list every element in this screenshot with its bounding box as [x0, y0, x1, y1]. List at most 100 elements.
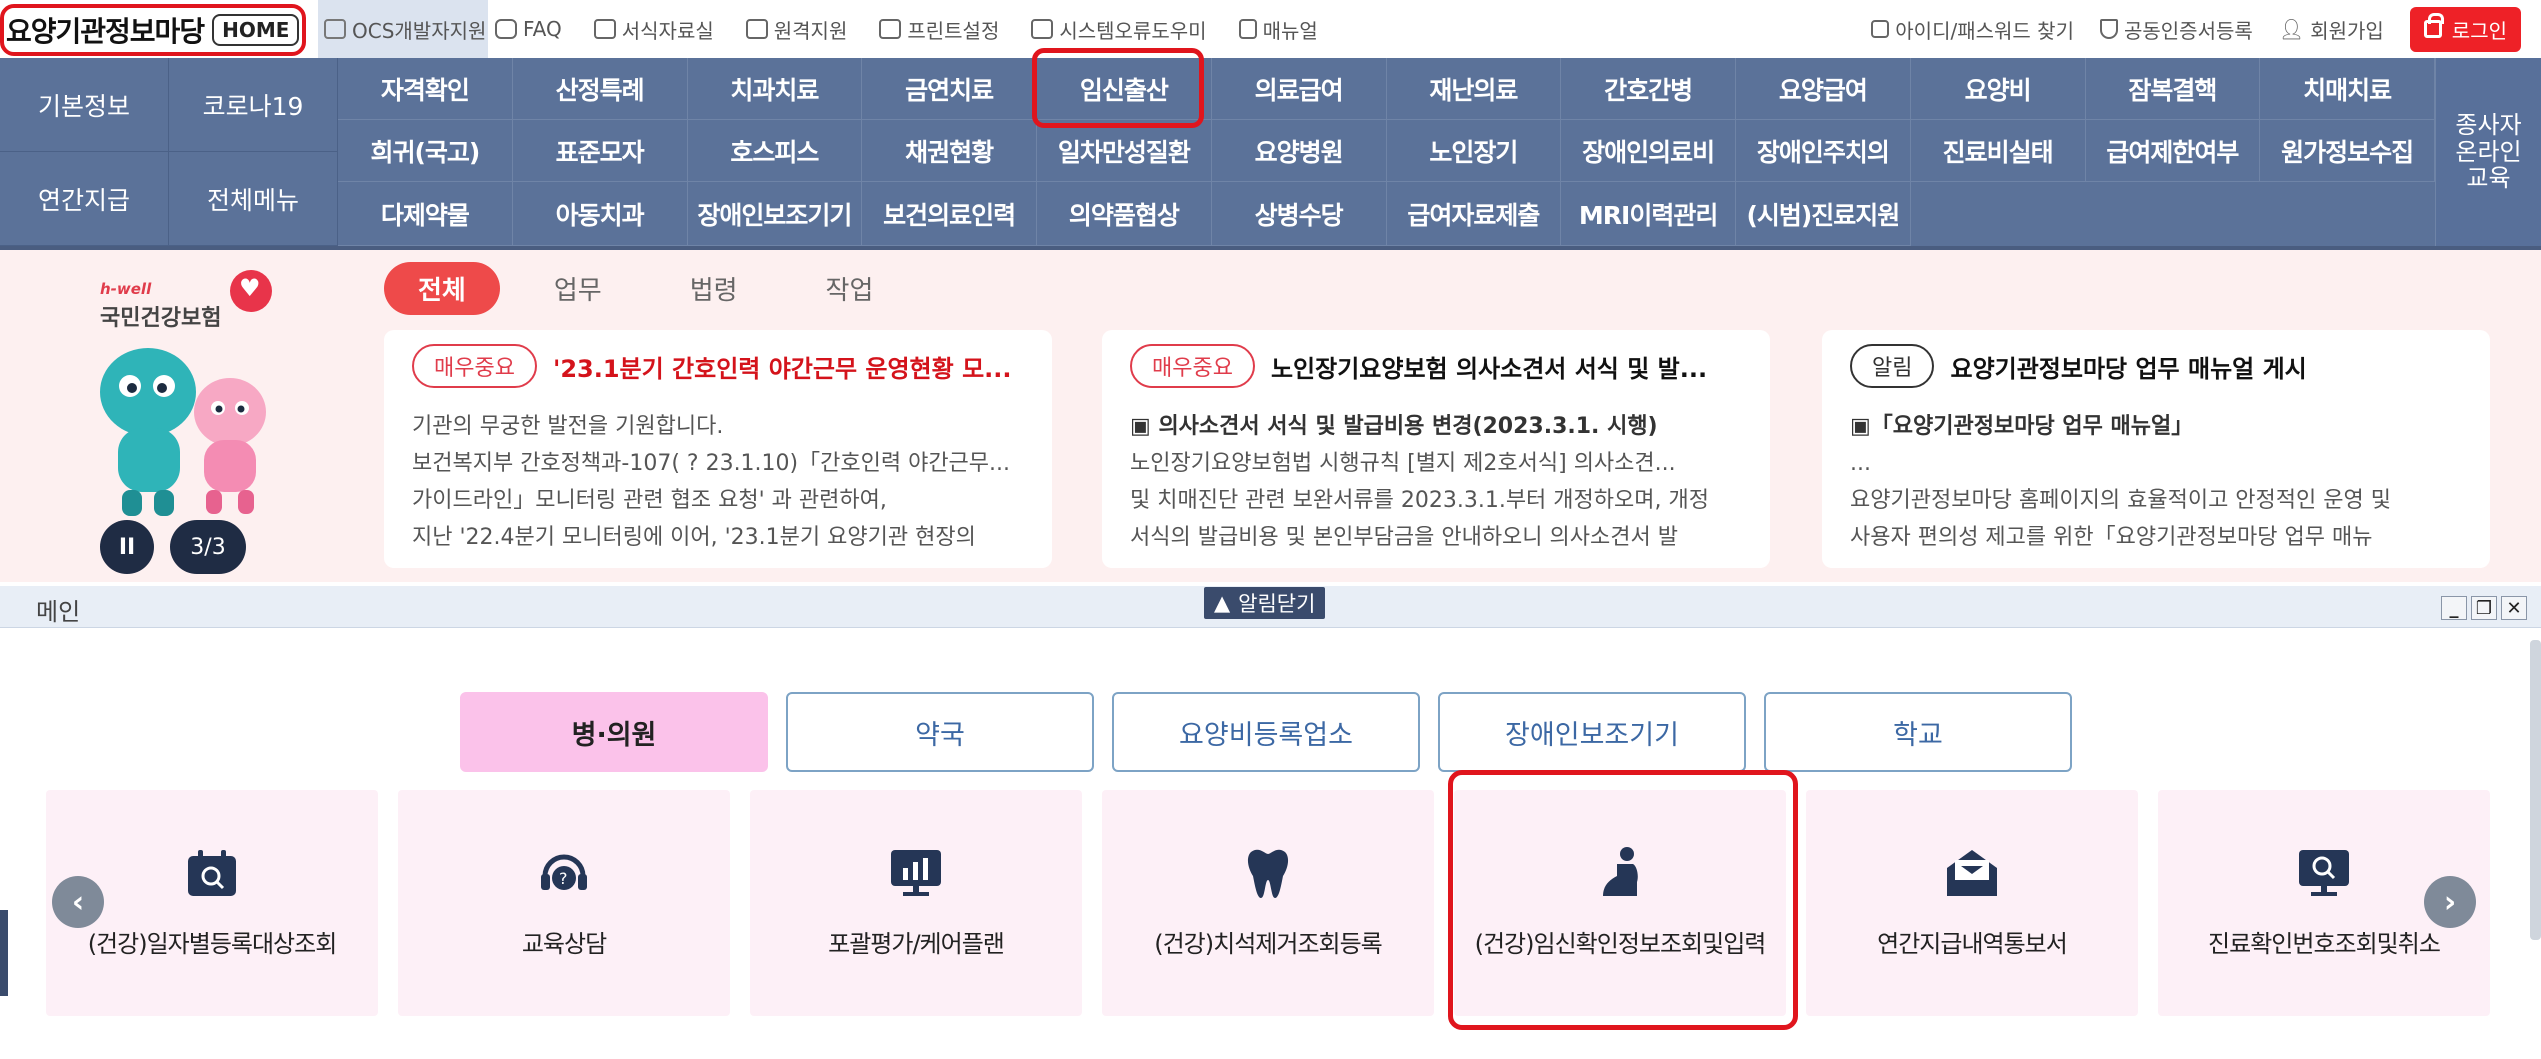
nav-item[interactable]: 요양병원 — [1211, 120, 1387, 182]
notice-line: 기관의 무궁한 발전을 기원합니다. — [412, 414, 724, 439]
system-error-help-link[interactable]: 시스템오류도우미 — [1031, 15, 1207, 44]
tab-work[interactable]: 업무 — [520, 262, 636, 315]
nav-annual-payment[interactable]: 연간지급 — [0, 152, 169, 246]
tab-all[interactable]: 전체 — [384, 262, 500, 315]
nav-item[interactable]: 의약품협상 — [1037, 182, 1212, 246]
notice-title[interactable]: 노인장기요양보험 의사소견서 서식 및 발... — [1271, 349, 1707, 384]
notice-line: 가이드라인」모니터링 관련 협조 요청' 과 관련하여, — [412, 488, 887, 513]
login-button[interactable]: 로그인 — [2409, 6, 2521, 52]
nav-item[interactable]: 보건의료인력 — [862, 182, 1037, 246]
printer-icon — [1031, 19, 1054, 39]
find-id-password-link[interactable]: 아이디/패스워드 찾기 — [1871, 15, 2074, 44]
function-card[interactable]: 연간지급내역통보서 — [1806, 790, 2138, 1016]
nav-item[interactable]: MRI이력관리 — [1561, 182, 1736, 246]
main-tab-title[interactable]: 메인 — [36, 592, 80, 627]
nav-item[interactable]: 산정특례 — [512, 58, 688, 120]
faq-label: FAQ — [523, 17, 562, 41]
checkbox-icon — [1871, 20, 1890, 38]
tab-care-cost-business[interactable]: 요양비등록업소 — [1112, 692, 1420, 772]
notice-card[interactable]: 알림 요양기관정보마당 업무 매뉴얼 게시 ▣「요양기관정보마당 업무 매뉴얼」… — [1822, 330, 2490, 568]
notice-card[interactable]: 매우중요 노인장기요양보험 의사소견서 서식 및 발... ▣ 의사소견서 서식… — [1102, 330, 1770, 568]
tooth-icon — [1241, 846, 1295, 900]
nav-item[interactable]: 잠복결핵 — [2085, 58, 2261, 120]
remote-support-link[interactable]: 원격지원 — [745, 15, 847, 44]
vertical-scrollbar[interactable] — [2530, 640, 2541, 940]
tab-school[interactable]: 학교 — [1764, 692, 2072, 772]
home-button[interactable]: HOME — [212, 14, 300, 46]
notice-card[interactable]: 매우중요 '23.1분기 간호인력 야간근무 운영현황 모... 기관의 무궁한… — [384, 330, 1052, 568]
function-label: 연간지급내역통보서 — [1877, 930, 2068, 958]
nav-item[interactable]: 상병수당 — [1211, 182, 1387, 246]
nav-item[interactable]: 다제약물 — [338, 182, 513, 246]
nav-item[interactable]: 치매치료 — [2260, 58, 2435, 120]
nav-item[interactable]: 아동치과 — [512, 182, 688, 246]
ocs-developer-link[interactable]: OCS개발자지원 — [318, 0, 488, 58]
heart-icon — [230, 270, 272, 312]
nav-item[interactable]: 희귀(국고) — [338, 120, 513, 182]
nav-item[interactable]: 의료급여 — [1211, 58, 1387, 120]
nav-item[interactable]: 금연치료 — [862, 58, 1037, 120]
person-icon: 👤︎ — [2278, 17, 2305, 41]
nav-all-menu[interactable]: 전체메뉴 — [169, 152, 338, 246]
nav-item[interactable]: 치과치료 — [687, 58, 863, 120]
nav-online-education[interactable]: 종사자 온라인 교육 — [2435, 58, 2541, 246]
tab-law[interactable]: 법령 — [656, 262, 772, 315]
close-notice-button[interactable]: ▲ 알림닫기 — [1204, 587, 1326, 619]
function-label: 포괄평가/케어플랜 — [828, 930, 1005, 958]
nav-item[interactable]: 호스피스 — [687, 120, 863, 182]
function-card[interactable]: (건강)치석제거조회등록 — [1102, 790, 1434, 1016]
nav-item[interactable]: 요양비 — [1910, 58, 2086, 120]
notice-line: 노인장기요양보험법 시행규칙 [별지 제2호서식] 의사소견... — [1130, 451, 1676, 476]
nav-item[interactable]: 간호간병 — [1561, 58, 1736, 120]
tab-hospital-clinic[interactable]: 병·의원 — [460, 692, 768, 772]
nav-item[interactable]: 채권현황 — [862, 120, 1037, 182]
nav-item[interactable]: 재난의료 — [1386, 58, 1562, 120]
notice-title[interactable]: 요양기관정보마당 업무 매뉴얼 게시 — [1950, 349, 2306, 384]
nav-menu-grid: 자격확인 산정특례 치과치료 금연치료 임신출산 의료급여 재난의료 간호간병 … — [338, 58, 2435, 246]
signup-link[interactable]: 👤︎ 회원가입 — [2279, 15, 2384, 44]
nav-item[interactable]: 진료비실태 — [1910, 120, 2086, 182]
nav-item[interactable]: 장애인보조기기 — [687, 182, 863, 246]
nav-basic-info[interactable]: 기본정보 — [0, 58, 169, 152]
print-settings-label: 프린트설정 — [907, 18, 1000, 43]
certificate-register-link[interactable]: 공동인증서등록 — [2099, 15, 2253, 44]
site-title[interactable]: 요양기관정보마당 — [6, 10, 205, 50]
nav-item[interactable]: 장애인주치의 — [1736, 120, 1911, 182]
function-card[interactable]: 포괄평가/케어플랜 — [750, 790, 1082, 1016]
nav-item[interactable]: 급여제한여부 — [2085, 120, 2261, 182]
pause-button[interactable]: II — [100, 520, 154, 574]
function-card[interactable]: ? 교육상담 — [398, 790, 730, 1016]
faq-link[interactable]: FAQ — [495, 17, 562, 41]
tab-assistive-devices[interactable]: 장애인보조기기 — [1438, 692, 1746, 772]
forms-link[interactable]: 서식자료실 — [593, 15, 714, 44]
function-label: 진료확인번호조회및취소 — [2208, 930, 2441, 958]
minimize-button[interactable]: _ — [2441, 596, 2467, 620]
quick-function-cards: (건강)일자별등록대상조회 ? 교육상담 포괄평가/케어플랜 (건강)치석제거조… — [46, 790, 2490, 1016]
print-settings-link[interactable]: 프린트설정 — [879, 15, 999, 44]
nav-item[interactable]: 요양급여 — [1736, 58, 1911, 120]
nav-item[interactable]: 표준모자 — [512, 120, 688, 182]
nav-item[interactable]: 일차만성질환 — [1037, 120, 1212, 182]
manual-link[interactable]: 매뉴얼 — [1238, 15, 1318, 44]
restore-button[interactable]: ❐ — [2471, 596, 2497, 620]
notice-title[interactable]: '23.1분기 간호인력 야간근무 운영현황 모... — [553, 349, 1012, 384]
nav-item[interactable]: 원가정보수집 — [2260, 120, 2435, 182]
nav-item[interactable]: 장애인의료비 — [1561, 120, 1736, 182]
nav-empty-cell — [2086, 182, 2261, 246]
nav-left-menu: 기본정보 코로나19 연간지급 전체메뉴 — [0, 58, 338, 246]
carousel-prev-button[interactable]: ‹ — [52, 876, 104, 928]
folder-icon — [593, 19, 616, 39]
tab-pharmacy[interactable]: 약국 — [786, 692, 1094, 772]
side-panel-handle[interactable] — [0, 910, 8, 996]
carousel-next-button[interactable]: › — [2424, 876, 2476, 928]
nav-covid19[interactable]: 코로나19 — [169, 58, 338, 152]
triangle-up-icon: ▲ — [1214, 591, 1231, 615]
close-button[interactable]: ✕ — [2501, 596, 2527, 620]
notice-line: ▣「요양기관정보마당 업무 매뉴얼」 — [1850, 414, 2194, 439]
tab-task[interactable]: 작업 — [792, 262, 908, 315]
nav-item[interactable]: 급여자료제출 — [1386, 182, 1562, 246]
nav-item[interactable]: 노인장기 — [1386, 120, 1562, 182]
notice-tabs: 전체 업무 법령 작업 — [384, 262, 907, 315]
nav-item[interactable]: 자격확인 — [338, 58, 513, 120]
nav-item[interactable]: (시범)진료지원 — [1736, 182, 1911, 246]
